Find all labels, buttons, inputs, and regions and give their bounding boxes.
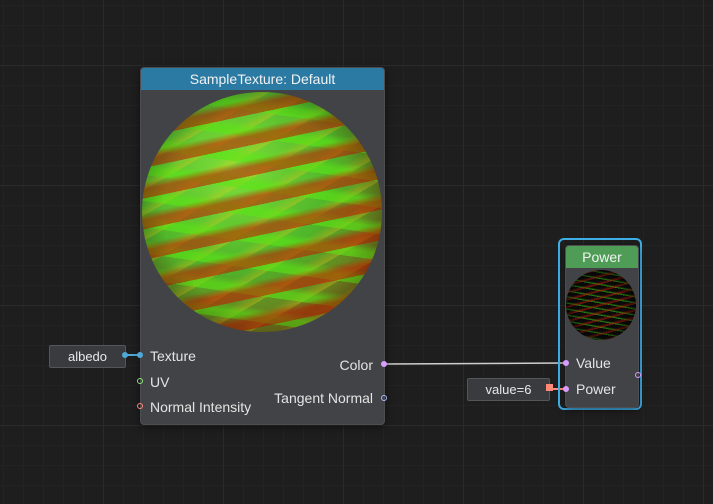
power-value-input-box[interactable]: value=6 [467, 378, 550, 401]
power-input-label: Power [576, 381, 616, 397]
normal-intensity-input-label: Normal Intensity [150, 399, 252, 415]
value-input-label: Value [576, 355, 611, 371]
sample-texture-node-title[interactable]: SampleTexture: Default [141, 68, 384, 90]
value-input-port[interactable] [563, 360, 569, 366]
color-output-port[interactable] [381, 361, 387, 367]
tangent-normal-output-port[interactable] [381, 395, 387, 401]
power-node-title[interactable]: Power [566, 246, 638, 268]
uv-input-port[interactable] [137, 378, 143, 384]
power-output-port[interactable] [635, 372, 641, 378]
texture-preview-sphere [142, 92, 382, 332]
normal-intensity-input-port[interactable] [137, 403, 143, 409]
power-input-port[interactable] [563, 386, 569, 392]
power-preview-sphere [566, 270, 636, 340]
uv-input-label: UV [150, 374, 170, 390]
color-output-label: Color [339, 357, 373, 373]
albedo-input-box[interactable]: albedo [49, 345, 126, 368]
wire-color-to-value [383, 362, 567, 365]
tangent-normal-output-label: Tangent Normal [274, 390, 373, 406]
albedo-output-port[interactable] [122, 352, 128, 358]
texture-input-port[interactable] [137, 352, 143, 358]
power-value-output-port[interactable] [546, 384, 553, 391]
texture-input-label: Texture [150, 348, 196, 364]
